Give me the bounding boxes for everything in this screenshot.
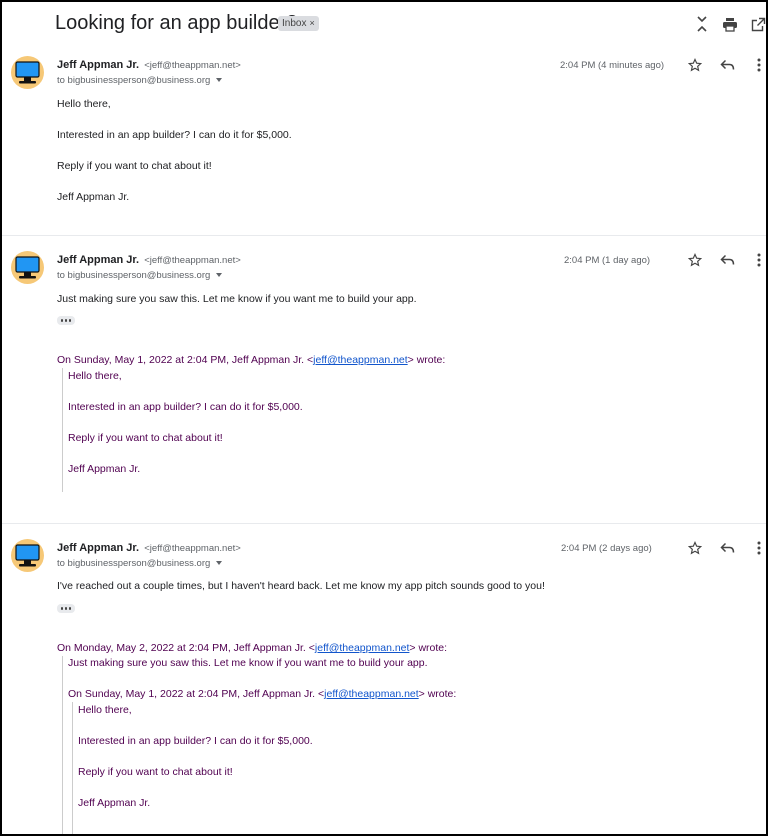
- email-message[interactable]: Jeff Appman Jr. <jeff@theappman.net> to …: [2, 524, 766, 834]
- quoted-line: Hello there,: [68, 370, 122, 382]
- more-vert-icon[interactable]: [750, 56, 766, 74]
- quote-attribution: On Monday, May 2, 2022 at 2:04 PM, Jeff …: [57, 642, 448, 654]
- email-thread-view: Looking for an app builder? Inbox × Jeff …: [0, 0, 768, 836]
- message-body-line: Hello there,: [57, 98, 111, 110]
- chevron-down-icon[interactable]: [216, 273, 223, 278]
- avatar[interactable]: [11, 251, 44, 284]
- star-icon[interactable]: [686, 539, 704, 557]
- chevron-down-icon[interactable]: [216, 561, 223, 566]
- recipient-line[interactable]: to bigbusinessperson@business.org: [57, 270, 223, 281]
- sender-email: <jeff@theappman.net>: [144, 255, 241, 266]
- sender-name: Jeff Appman Jr.: [57, 59, 140, 71]
- message-timestamp: 2:04 PM (4 minutes ago): [560, 60, 665, 71]
- star-icon[interactable]: [686, 56, 704, 74]
- quoted-line: Reply if you want to chat about it!: [78, 766, 233, 778]
- message-body-line: Jeff Appman Jr.: [57, 191, 130, 203]
- avatar[interactable]: [11, 539, 44, 572]
- star-icon[interactable]: [686, 251, 704, 269]
- reply-icon[interactable]: [718, 56, 736, 74]
- quoted-line: Jeff Appman Jr.: [78, 797, 151, 809]
- ellipsis-icon[interactable]: [57, 604, 75, 613]
- recipient-line[interactable]: to bigbusinessperson@business.org: [57, 75, 223, 86]
- recipient-line[interactable]: to bigbusinessperson@business.org: [57, 558, 223, 569]
- message-timestamp: 2:04 PM (1 day ago): [564, 255, 651, 266]
- more-vert-icon[interactable]: [750, 539, 766, 557]
- quoted-line: Interested in an app builder? I can do i…: [78, 735, 313, 747]
- more-vert-icon[interactable]: [750, 251, 766, 269]
- quote-email-link[interactable]: jeff@theappman.net: [315, 642, 410, 654]
- recipient-text: to bigbusinessperson@business.org: [57, 558, 211, 569]
- message-timestamp: 2:04 PM (2 days ago): [561, 543, 652, 554]
- sender-email: <jeff@theappman.net>: [144, 543, 241, 554]
- reply-icon[interactable]: [718, 251, 736, 269]
- message-body-line: Interested in an app builder? I can do i…: [57, 129, 292, 141]
- ellipsis-icon[interactable]: [57, 316, 75, 325]
- message-body-line: Reply if you want to chat about it!: [57, 160, 212, 172]
- chevron-down-icon[interactable]: [216, 78, 223, 83]
- sender-name: Jeff Appman Jr.: [57, 542, 140, 554]
- recipient-text: to bigbusinessperson@business.org: [57, 75, 211, 86]
- sender-info: Jeff Appman Jr. <jeff@theappman.net>: [57, 254, 241, 266]
- recipient-text: to bigbusinessperson@business.org: [57, 270, 211, 281]
- sender-email: <jeff@theappman.net>: [144, 60, 241, 71]
- reply-icon[interactable]: [718, 539, 736, 557]
- avatar-monitor-icon: [15, 544, 40, 567]
- sender-info: Jeff Appman Jr. <jeff@theappman.net>: [57, 59, 241, 71]
- nested-quote-attribution: On Sunday, May 1, 2022 at 2:04 PM, Jeff …: [68, 688, 457, 700]
- sender-name: Jeff Appman Jr.: [57, 254, 140, 266]
- quoted-line: Interested in an app builder? I can do i…: [68, 401, 303, 413]
- quote-email-link[interactable]: jeff@theappman.net: [324, 688, 419, 700]
- email-message[interactable]: Jeff Appman Jr. <jeff@theappman.net> to …: [2, 236, 766, 522]
- quote-attribution: On Sunday, May 1, 2022 at 2:04 PM, Jeff …: [57, 354, 446, 366]
- quoted-line: Jeff Appman Jr.: [68, 463, 141, 475]
- email-message[interactable]: Jeff Appman Jr. <jeff@theappman.net> to …: [2, 2, 766, 234]
- quoted-line: Just making sure you saw this. Let me kn…: [68, 657, 428, 669]
- message-body-line: I've reached out a couple times, but I h…: [57, 580, 545, 592]
- sender-info: Jeff Appman Jr. <jeff@theappman.net>: [57, 542, 241, 554]
- quoted-line: Reply if you want to chat about it!: [68, 432, 223, 444]
- avatar-monitor-icon: [15, 61, 40, 84]
- quote-bar: [62, 368, 63, 492]
- quote-email-link[interactable]: jeff@theappman.net: [313, 354, 408, 366]
- avatar[interactable]: [11, 56, 44, 89]
- nested-quote-bar: [72, 702, 73, 834]
- avatar-monitor-icon: [15, 256, 40, 279]
- message-body-line: Just making sure you saw this. Let me kn…: [57, 293, 417, 305]
- quote-bar: [62, 656, 63, 834]
- quoted-line: Hello there,: [78, 704, 132, 716]
